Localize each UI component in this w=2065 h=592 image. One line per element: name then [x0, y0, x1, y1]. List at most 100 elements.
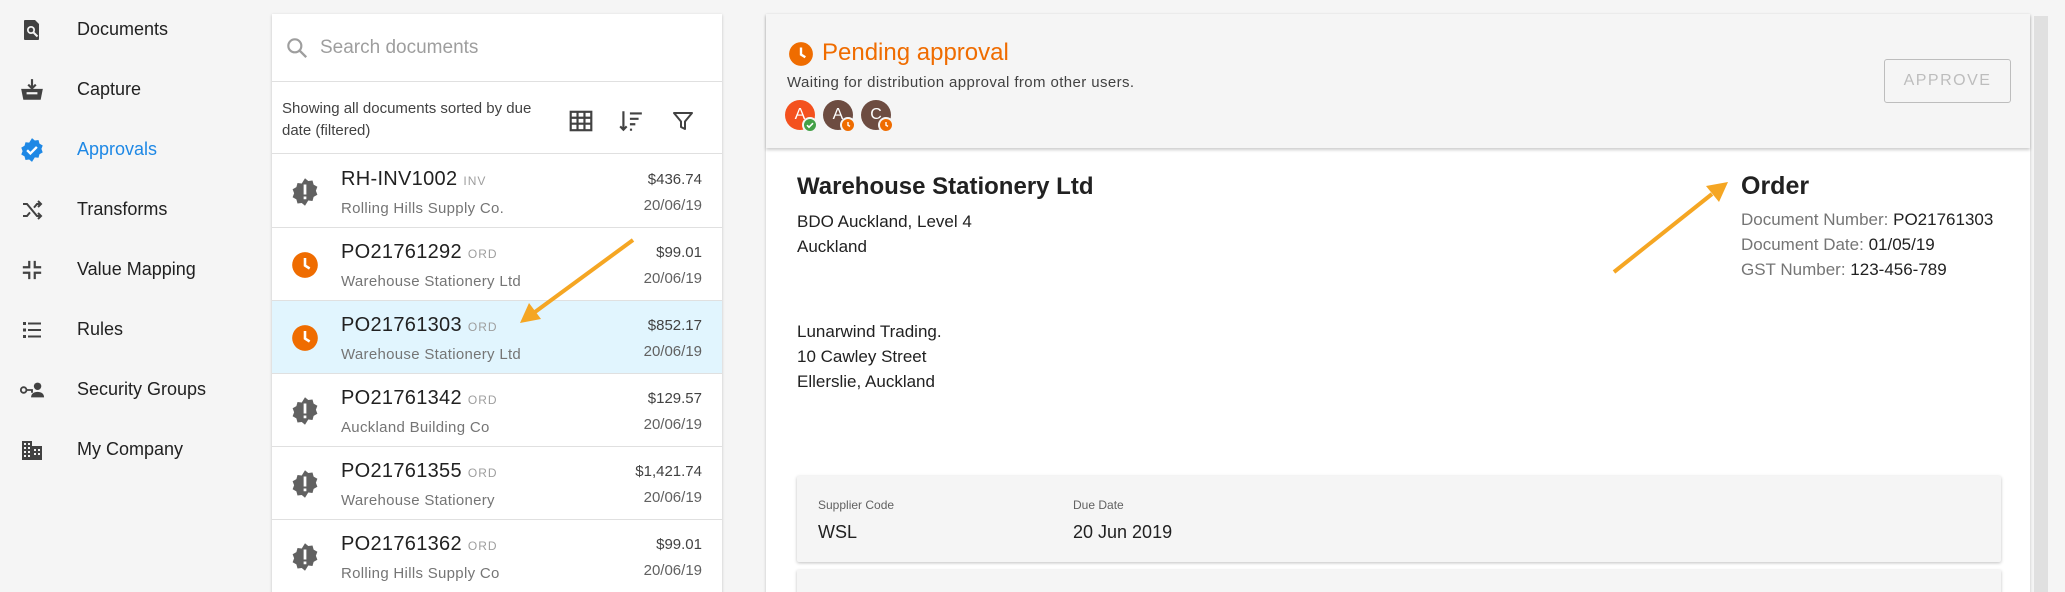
sidebar-item-label: Approvals [77, 138, 158, 159]
document-supplier: Warehouse Stationery Ltd [341, 346, 522, 363]
meta-label: Document Date: [1741, 235, 1864, 254]
sidebar-item-label: Rules [77, 318, 124, 339]
sidebar-item-security-groups[interactable]: Security Groups [0, 367, 262, 411]
document-search-icon [19, 17, 45, 43]
collapse-arrows-icon [19, 257, 45, 283]
sidebar-item-label: Transforms [77, 198, 168, 219]
search-input[interactable] [320, 34, 700, 62]
sidebar-item-capture[interactable]: Capture [0, 67, 262, 111]
avatar[interactable]: A [785, 100, 818, 133]
document-number-text: PO21761355 [341, 460, 462, 482]
approve-button[interactable]: APPROVE [1884, 59, 2011, 103]
due-date-value: 20 Jun 2019 [1073, 522, 1173, 542]
sidebar-item-label: My Company [77, 438, 184, 459]
document-lines-card [797, 570, 2001, 592]
supplier-name: Warehouse Stationery Ltd [797, 173, 1094, 200]
document-amount: $129.57 [647, 390, 702, 407]
document-amount: $1,421.74 [635, 463, 702, 480]
clock-icon [878, 117, 894, 133]
list-icon [19, 317, 45, 343]
clock-icon [290, 323, 320, 353]
document-type: ORD [467, 247, 498, 261]
meta-label: Document Number: [1741, 210, 1889, 229]
document-type: INV [463, 174, 487, 188]
due-date-label: Due Date [1073, 498, 1124, 512]
search-icon [284, 35, 310, 61]
document-type: ORD [467, 393, 498, 407]
supplier-address-line: Auckland [797, 237, 867, 256]
avatar[interactable]: C [861, 100, 894, 133]
document-amount: $852.17 [647, 317, 702, 334]
sidebar-item-my-company[interactable]: My Company [0, 427, 262, 471]
approval-status-bar: Pending approval Waiting for distributio… [766, 14, 2030, 148]
list-status-text: Showing all documents sorted by due date… [282, 100, 532, 139]
document-type: ORD [467, 320, 498, 334]
document-detail-panel: Pending approval Waiting for distributio… [766, 14, 2030, 592]
document-number: RH-INV1002 INV [341, 168, 486, 191]
document-amount: $99.01 [656, 536, 702, 553]
scrollbar[interactable] [2034, 16, 2048, 592]
alert-icon [290, 469, 320, 499]
document-row[interactable]: RH-INV1002 INV Rolling Hills Supply Co. $… [272, 155, 722, 228]
alert-icon [290, 542, 320, 572]
meta-value: 123-456-789 [1850, 260, 1947, 279]
buyer-address-line: Ellerslie, Auckland [797, 372, 935, 391]
meta-label: GST Number: [1741, 260, 1846, 279]
document-row[interactable]: PO21761362 ORD Rolling Hills Supply Co $9… [272, 520, 722, 592]
document-date: 20/06/19 [643, 343, 702, 360]
document-supplier: Warehouse Stationery [341, 492, 495, 509]
document-date: 20/06/19 [643, 562, 702, 579]
document-number-meta: Document Number: PO21761303 [1741, 210, 1993, 230]
sidebar-item-documents[interactable]: Documents [0, 7, 262, 51]
document-number-text: PO21761342 [341, 387, 462, 409]
document-number: PO21761342 ORD [341, 387, 498, 410]
document-amount: $436.74 [647, 171, 702, 188]
filter-icon[interactable] [668, 106, 698, 136]
document-number: PO21761355 ORD [341, 460, 498, 483]
sidebar-item-approvals[interactable]: Approvals [0, 127, 262, 171]
document-row[interactable]: PO21761355 ORD Warehouse Stationery $1,42… [272, 447, 722, 520]
document-supplier: Auckland Building Co [341, 419, 490, 436]
document-type: ORD [467, 539, 498, 553]
sidebar: Documents Capture Approvals Transforms V… [0, 0, 262, 592]
document-number: PO21761303 ORD [341, 314, 498, 337]
approval-subtitle: Waiting for distribution approval from o… [787, 74, 1135, 91]
document-heading: Order [1741, 172, 1810, 200]
document-row[interactable]: PO21761342 ORD Auckland Building Co $129.… [272, 374, 722, 447]
list-toolbar: Showing all documents sorted by due date… [272, 82, 722, 154]
document-date-meta: Document Date: 01/05/19 [1741, 235, 1935, 255]
sidebar-item-transforms[interactable]: Transforms [0, 187, 262, 231]
document-amount: $99.01 [656, 244, 702, 261]
document-row-selected[interactable]: PO21761303 ORD Warehouse Stationery Ltd $… [272, 301, 722, 374]
sidebar-item-label: Value Mapping [77, 258, 196, 279]
sidebar-item-label: Documents [77, 18, 169, 39]
document-supplier: Rolling Hills Supply Co. [341, 200, 505, 217]
document-date: 20/06/19 [643, 197, 702, 214]
document-number: PO21761362 ORD [341, 533, 498, 556]
sidebar-item-rules[interactable]: Rules [0, 307, 262, 351]
document-number-text: PO21761292 [341, 241, 462, 263]
check-icon [802, 117, 818, 133]
meta-value: PO21761303 [1893, 210, 1994, 229]
supplier-code-value: WSL [818, 522, 858, 542]
table-view-icon[interactable] [566, 106, 596, 136]
clock-icon [840, 117, 856, 133]
document-date: 20/06/19 [643, 489, 702, 506]
sort-icon[interactable] [616, 106, 646, 136]
building-icon [19, 437, 45, 463]
document-row[interactable]: PO21761292 ORD Warehouse Stationery Ltd $… [272, 228, 722, 301]
gst-number-meta: GST Number: 123-456-789 [1741, 260, 1947, 280]
pending-clock-icon [788, 41, 814, 67]
document-number: PO21761292 ORD [341, 241, 498, 264]
user-key-icon [19, 377, 45, 403]
sidebar-item-value-mapping[interactable]: Value Mapping [0, 247, 262, 291]
clock-icon [290, 250, 320, 280]
document-number-text: PO21761303 [341, 314, 462, 336]
alert-icon [290, 177, 320, 207]
supplier-code-label: Supplier Code [818, 498, 895, 512]
search-bar [272, 14, 722, 82]
avatar[interactable]: A [823, 100, 856, 133]
capture-tray-icon [19, 77, 45, 103]
supplier-address-line: BDO Auckland, Level 4 [797, 212, 972, 231]
document-supplier: Warehouse Stationery Ltd [341, 273, 522, 290]
